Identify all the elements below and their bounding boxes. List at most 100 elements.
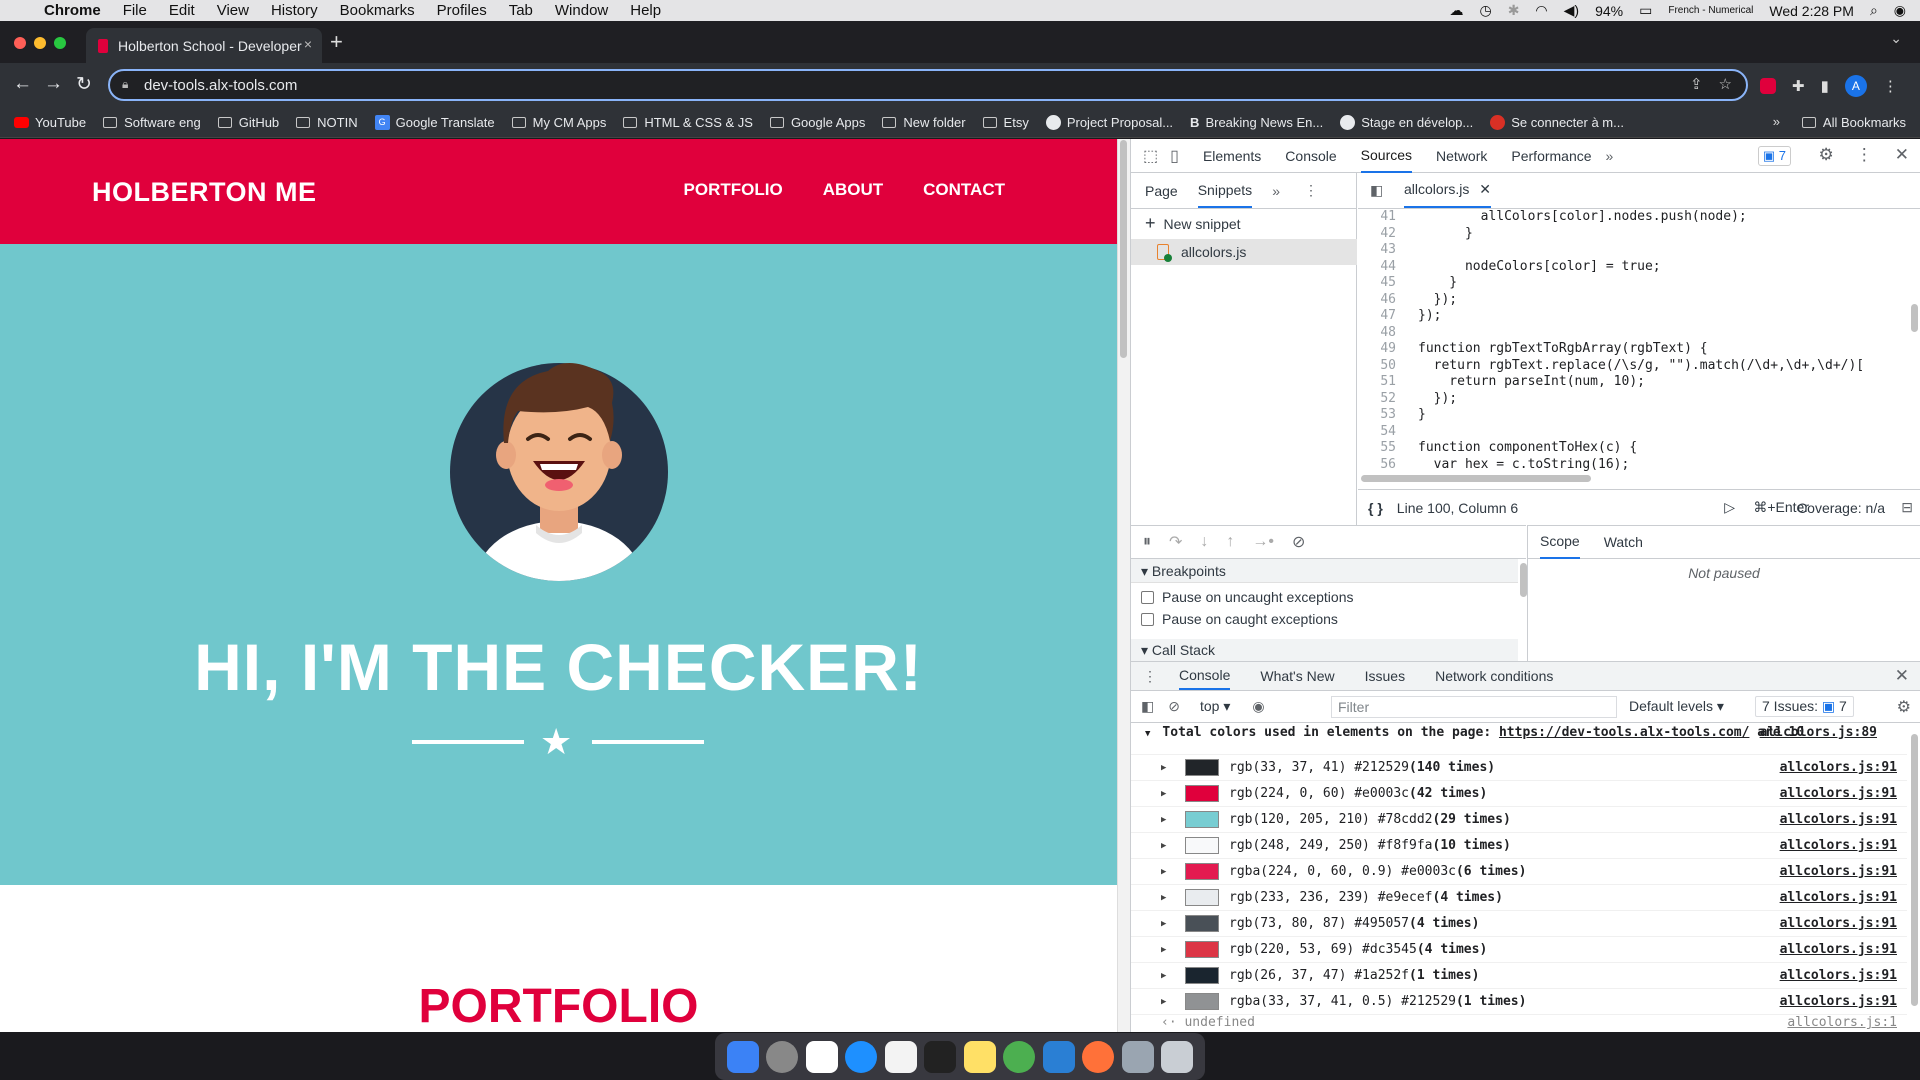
code-line[interactable]: 41 allColors[color].nodes.push(node); xyxy=(1358,209,1920,226)
nav-tab-page[interactable]: Page xyxy=(1145,183,1178,199)
menu-view[interactable]: View xyxy=(217,2,249,19)
navigator-menu-icon[interactable]: ⋮ xyxy=(1304,182,1318,199)
step-into-icon[interactable]: ↓ xyxy=(1200,533,1208,551)
zoom-window-icon[interactable] xyxy=(54,37,66,49)
line-number[interactable]: 43 xyxy=(1358,242,1396,259)
close-devtools-icon[interactable]: ✕ xyxy=(1895,145,1909,165)
code-line[interactable]: 47}); xyxy=(1358,308,1920,325)
clear-console-icon[interactable]: ⊘ xyxy=(1168,698,1180,715)
drawer-menu-icon[interactable]: ⋮ xyxy=(1143,668,1157,685)
expand-arrow-icon[interactable]: ▶ xyxy=(1161,789,1171,799)
site-brand[interactable]: HOLBERTON ME xyxy=(92,177,317,208)
inspect-element-icon[interactable]: ⬚ xyxy=(1143,146,1158,166)
line-number[interactable]: 44 xyxy=(1358,259,1396,276)
chrome-icon[interactable] xyxy=(1003,1040,1036,1073)
vscode-icon[interactable] xyxy=(1042,1040,1075,1073)
line-number[interactable]: 55 xyxy=(1358,440,1396,457)
finder-icon[interactable] xyxy=(726,1040,759,1073)
console-color-row[interactable]: ▶ rgb(224, 0, 60) #e0003c (42 times) allco… xyxy=(1131,781,1907,807)
bookmark-star-icon[interactable]: ☆ xyxy=(1719,75,1732,93)
menu-bookmarks[interactable]: Bookmarks xyxy=(340,2,415,19)
clock[interactable]: Wed 2:28 PM xyxy=(1769,3,1854,19)
menu-profiles[interactable]: Profiles xyxy=(437,2,487,19)
console-issues-button[interactable]: 7 Issues: ▣ 7 xyxy=(1755,696,1854,717)
drawer-tab-console[interactable]: Console xyxy=(1179,662,1231,690)
siri-icon[interactable]: ◉ xyxy=(1894,2,1906,19)
code-line[interactable]: 53} xyxy=(1358,407,1920,424)
chrome-menu-icon[interactable]: ⋮ xyxy=(1883,77,1898,95)
line-number[interactable]: 45 xyxy=(1358,275,1396,292)
source-link[interactable]: allcolors.js:91 xyxy=(1780,916,1897,931)
address-bar[interactable]: 🔒︎ dev-tools.alx-tools.com ⇪ ☆ xyxy=(108,69,1748,101)
expand-arrow-icon[interactable]: ▶ xyxy=(1161,867,1171,877)
tab-search-chevron-icon[interactable]: ⌄ xyxy=(1890,30,1902,47)
profile-avatar[interactable]: A xyxy=(1844,75,1867,97)
console-color-row[interactable]: ▶ rgba(33, 37, 41, 0.5) #212529 (1 times)… xyxy=(1131,989,1907,1015)
extensions-puzzle-icon[interactable]: ✚ xyxy=(1792,77,1805,95)
source-link[interactable]: allcolors.js:91 xyxy=(1780,864,1897,879)
menu-help[interactable]: Help xyxy=(630,2,661,19)
console-settings-icon[interactable]: ⚙ xyxy=(1897,697,1911,717)
firefox-icon[interactable] xyxy=(1082,1040,1115,1073)
console-color-row[interactable]: ▶ rgb(26, 37, 47) #1a252f (1 times) allcol… xyxy=(1131,963,1907,989)
console-color-row[interactable]: ▶ rgb(248, 249, 250) #f8f9fa (10 times) al… xyxy=(1131,833,1907,859)
expand-arrow-icon[interactable]: ▶ xyxy=(1161,919,1171,929)
reload-icon[interactable]: ↻ xyxy=(76,73,92,96)
issues-badge[interactable]: ▣ 7 xyxy=(1757,146,1791,166)
bluetooth-icon[interactable]: ✱ xyxy=(1508,2,1520,19)
console-log-header[interactable]: ▼ Total colors used in elements on the pa… xyxy=(1131,723,1907,755)
context-selector[interactable]: top ▾ xyxy=(1200,698,1230,715)
battery-icon[interactable]: ▭ xyxy=(1639,2,1652,19)
menu-edit[interactable]: Edit xyxy=(169,2,195,19)
console-color-row[interactable]: ▶ rgb(73, 80, 87) #495057 (4 times) allcol… xyxy=(1131,911,1907,937)
drawer-tab-network-conditions[interactable]: Network conditions xyxy=(1435,668,1553,684)
debugger-scrollbar[interactable] xyxy=(1520,563,1527,597)
console-filter-input[interactable]: Filter xyxy=(1331,696,1617,718)
safari-icon[interactable] xyxy=(845,1040,878,1073)
trash-icon[interactable] xyxy=(1161,1040,1194,1073)
tab-console[interactable]: Console xyxy=(1285,148,1336,164)
code-line[interactable]: 50 return rgbText.replace(/\s/g, "").mat… xyxy=(1358,358,1920,375)
bookmark-project-proposal[interactable]: Project Proposal... xyxy=(1045,115,1173,130)
pause-uncaught-row[interactable]: Pause on uncaught exceptions xyxy=(1141,586,1353,608)
nav-link-contact[interactable]: CONTACT xyxy=(923,180,1005,200)
battery-percent[interactable]: 94% xyxy=(1595,3,1623,19)
close-window-icon[interactable] xyxy=(14,37,26,49)
tab-watch[interactable]: Watch xyxy=(1604,534,1643,550)
console-color-row[interactable]: ▶ rgb(120, 205, 210) #78cdd2 (29 times) al… xyxy=(1131,807,1907,833)
source-link[interactable]: allcolors.js:91 xyxy=(1780,760,1897,775)
device-toolbar-icon[interactable]: ▯ xyxy=(1170,146,1179,166)
bookmark-folder-software-eng[interactable]: Software eng xyxy=(103,115,201,130)
code-line[interactable]: 56 var hex = c.toString(16); xyxy=(1358,457,1920,474)
menu-history[interactable]: History xyxy=(271,2,318,19)
reminders-icon[interactable] xyxy=(884,1040,917,1073)
time-machine-icon[interactable]: ◷ xyxy=(1479,2,1491,19)
breakpoints-header[interactable]: ▾ Breakpoints xyxy=(1131,559,1518,583)
menu-app-name[interactable]: Chrome xyxy=(44,2,101,19)
expand-arrow-icon[interactable]: ▶ xyxy=(1161,841,1171,851)
code-line[interactable]: 48 xyxy=(1358,325,1920,342)
line-number[interactable]: 47 xyxy=(1358,308,1396,325)
page-scrollbar-thumb[interactable] xyxy=(1120,140,1127,358)
menu-file[interactable]: File xyxy=(123,2,147,19)
expand-arrow-icon[interactable]: ▶ xyxy=(1161,893,1171,903)
line-number[interactable]: 53 xyxy=(1358,407,1396,424)
source-link[interactable]: allcolors.js:91 xyxy=(1780,838,1897,853)
system-settings-icon[interactable] xyxy=(766,1040,799,1073)
line-number[interactable]: 41 xyxy=(1358,209,1396,226)
share-icon[interactable]: ⇪ xyxy=(1690,75,1703,93)
live-expression-eye-icon[interactable]: ◉ xyxy=(1252,698,1264,715)
line-number[interactable]: 50 xyxy=(1358,358,1396,375)
expand-arrow-icon[interactable]: ▶ xyxy=(1161,815,1171,825)
bookmark-folder-notin[interactable]: NOTIN xyxy=(296,115,358,130)
code-line[interactable]: 55 function componentToHex(c) { xyxy=(1358,440,1920,457)
pause-icon[interactable]: ⏸ xyxy=(1143,533,1151,551)
step-out-icon[interactable]: ↑ xyxy=(1226,533,1234,551)
pretty-print-icon[interactable]: { } xyxy=(1368,500,1383,516)
forward-arrow-icon[interactable]: → xyxy=(44,73,63,95)
more-nav-tabs-icon[interactable]: » xyxy=(1272,183,1280,199)
input-source[interactable]: French - Numerical xyxy=(1668,5,1753,16)
code-line[interactable]: 44 nodeColors[color] = true; xyxy=(1358,259,1920,276)
all-bookmarks[interactable]: All Bookmarks xyxy=(1801,115,1906,130)
line-number[interactable]: 46 xyxy=(1358,292,1396,309)
